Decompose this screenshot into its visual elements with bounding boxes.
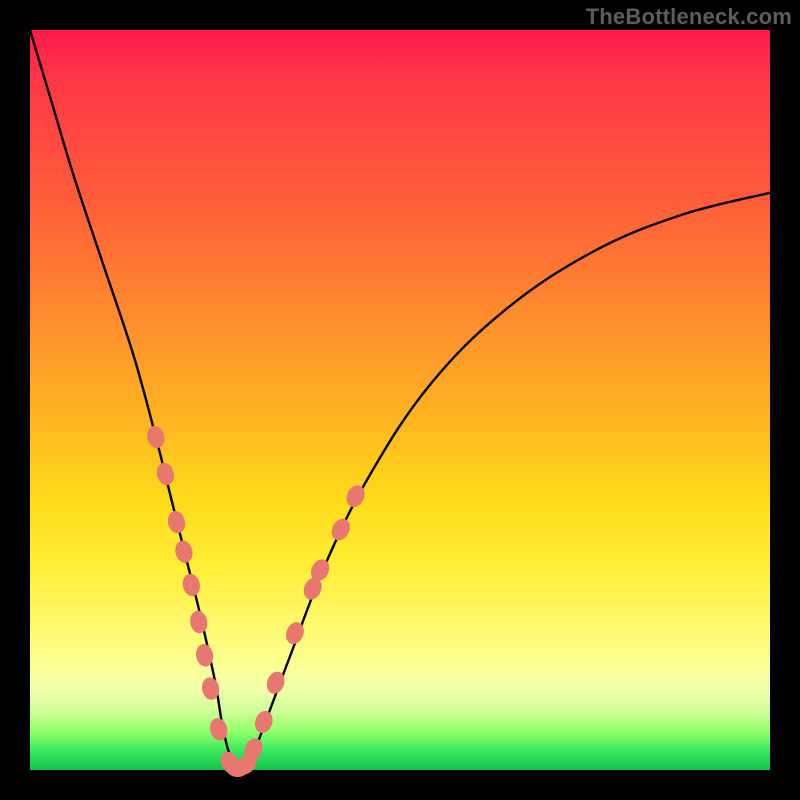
plot-area	[30, 30, 770, 770]
watermark-text: TheBottleneck.com	[586, 4, 792, 30]
curve-svg	[30, 30, 770, 770]
highlight-dot	[328, 516, 353, 544]
highlight-dot	[154, 461, 176, 487]
highlight-dot	[173, 539, 195, 565]
highlight-dots	[145, 424, 368, 778]
chart-frame: TheBottleneck.com	[0, 0, 800, 800]
highlight-dot	[188, 609, 209, 634]
highlight-dot	[208, 716, 230, 742]
highlight-dot	[145, 424, 167, 450]
highlight-dot	[166, 509, 188, 535]
bottleneck-curve	[30, 30, 770, 770]
highlight-dot	[181, 572, 202, 598]
highlight-dot	[252, 708, 275, 735]
